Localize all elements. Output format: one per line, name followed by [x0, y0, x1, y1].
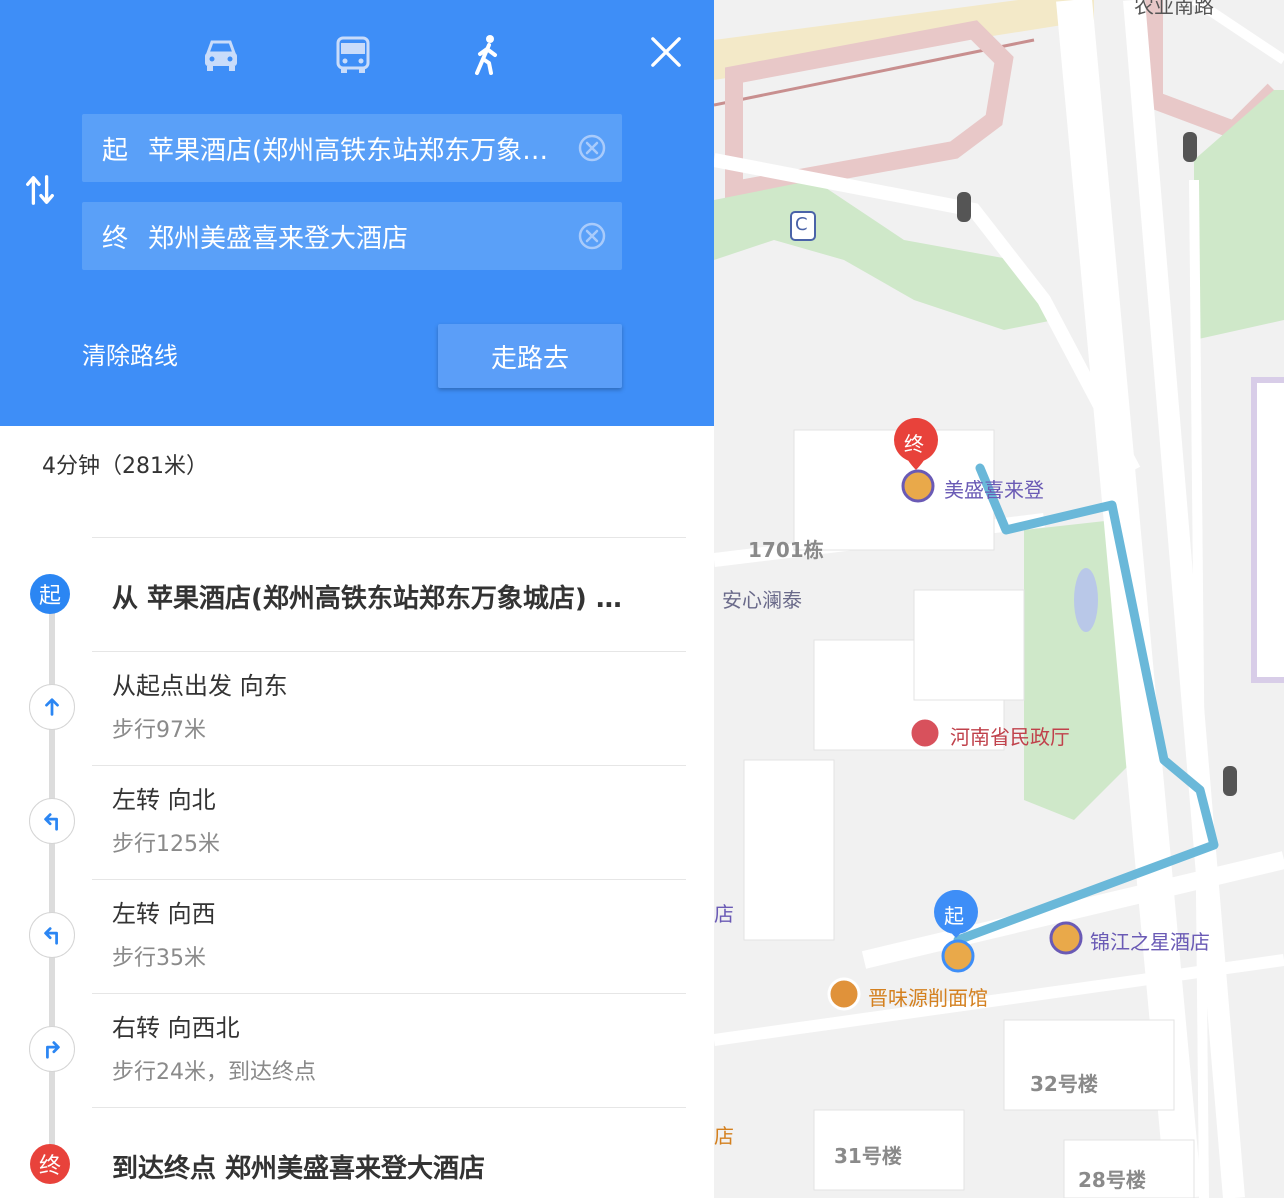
start-field[interactable]: 起 苹果酒店(郑州高铁东站郑东万象城店): [82, 114, 622, 182]
end-badge: 终: [30, 1144, 70, 1184]
step-distance: 步行125米: [112, 832, 220, 857]
divider: [92, 993, 686, 994]
close-button[interactable]: [640, 26, 692, 78]
map-label-hotel-end[interactable]: 美盛喜来登: [944, 474, 1044, 503]
swap-button[interactable]: [18, 166, 62, 214]
mode-walk-button[interactable]: [462, 30, 512, 80]
turn-right-icon: [46, 1041, 60, 1059]
route-panel: 起 苹果酒店(郑州高铁东站郑东万象城店) 终 郑州美盛喜来登大酒店 清除路线 走…: [0, 0, 714, 1198]
step-direction: 右转 向西北: [112, 1014, 240, 1042]
map-label-building: 28号楼: [1078, 1168, 1146, 1192]
clear-end-button[interactable]: [562, 202, 622, 270]
car-icon: [205, 40, 237, 71]
map-view[interactable]: 农业南路 C 1701栋 安心澜泰 终 美盛喜来登 河南省民政厅 起 锦江之星酒…: [714, 0, 1284, 1198]
close-icon: [651, 37, 681, 67]
map-label-building: 1701栋: [748, 538, 824, 562]
turn-left-icon: [44, 927, 58, 945]
step-direction: 从起点出发 向东: [112, 672, 288, 700]
map-label-poi: 安心澜泰: [722, 588, 802, 612]
mode-bus-button[interactable]: [328, 30, 378, 80]
step-icon: [29, 912, 75, 958]
map-label-edge: 店: [714, 1124, 734, 1148]
map-label-building: 31号楼: [834, 1144, 902, 1168]
step-icon: [29, 684, 75, 730]
start-badge: 起: [30, 574, 70, 614]
end-input[interactable]: 郑州美盛喜来登大酒店: [148, 218, 562, 255]
straight-arrow-icon: [45, 698, 59, 716]
walk-go-button[interactable]: 走路去: [438, 324, 622, 388]
start-marker-label[interactable]: 起: [944, 900, 964, 929]
swap-arrows-icon: [26, 175, 54, 205]
walk-icon: [475, 35, 497, 75]
divider: [92, 1107, 686, 1108]
step-distance: 步行97米: [112, 718, 206, 743]
divider: [92, 651, 686, 652]
clear-circle-icon: [578, 222, 606, 250]
map-label-road: 农业南路: [1134, 0, 1214, 18]
start-row-title[interactable]: 从 苹果酒店(郑州高铁东站郑东万象城店) …: [112, 578, 672, 615]
map-label-restaurant[interactable]: 晋味源削面馆: [868, 982, 988, 1011]
step-distance: 步行35米: [112, 946, 206, 971]
map-label-edge: 店: [714, 902, 734, 926]
map-label-building: 32号楼: [1030, 1072, 1098, 1096]
clear-start-button[interactable]: [562, 114, 622, 182]
clear-route-link[interactable]: 清除路线: [82, 336, 178, 371]
step-icon: [29, 1026, 75, 1072]
end-field[interactable]: 终 郑州美盛喜来登大酒店: [82, 202, 622, 270]
map-label-hotel[interactable]: 锦江之星酒店: [1090, 926, 1210, 955]
turn-left-icon: [44, 813, 58, 831]
step-icon: [29, 798, 75, 844]
bus-icon: [336, 36, 370, 73]
end-marker-label[interactable]: 终: [904, 428, 924, 457]
step-direction: 左转 向西: [112, 900, 216, 928]
end-tag: 终: [101, 223, 128, 254]
map-label-gov[interactable]: 河南省民政厅: [950, 721, 1070, 750]
start-input[interactable]: 苹果酒店(郑州高铁东站郑东万象城店): [148, 130, 562, 167]
clear-circle-icon: [578, 134, 606, 162]
mode-car-button[interactable]: [196, 30, 246, 80]
step-distance: 步行24米，到达终点: [112, 1060, 316, 1085]
divider: [92, 765, 686, 766]
metro-icon: C: [795, 214, 808, 235]
end-row-title[interactable]: 到达终点 郑州美盛喜来登大酒店: [112, 1148, 672, 1185]
step-direction: 左转 向北: [112, 786, 216, 814]
route-summary: 4分钟（281米）: [42, 454, 208, 479]
divider: [92, 879, 686, 880]
start-tag: 起: [101, 135, 128, 166]
divider: [92, 537, 686, 538]
route-header: 起 苹果酒店(郑州高铁东站郑东万象城店) 终 郑州美盛喜来登大酒店 清除路线 走…: [0, 0, 714, 426]
